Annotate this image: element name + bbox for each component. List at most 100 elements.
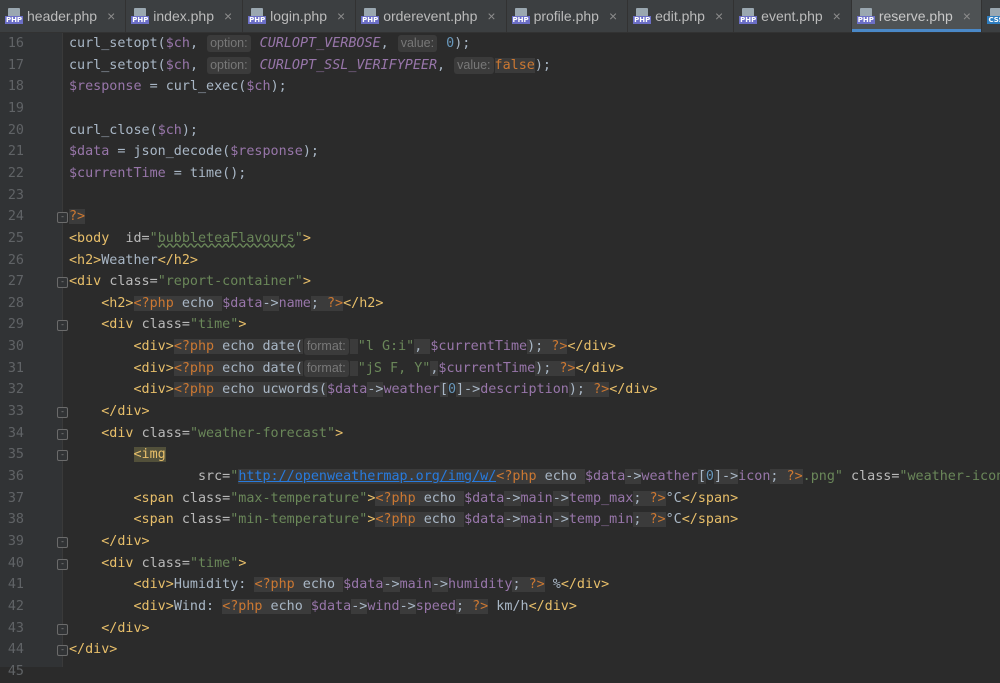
code-line[interactable]: 16 curl_setopt($ch, option: CURLOPT_VERBO… xyxy=(0,33,1000,55)
code-line[interactable]: 30 <div><?php echo date(format: "l G:i",… xyxy=(0,336,1000,358)
code-line[interactable]: 40 - <div class="time"> xyxy=(0,553,1000,575)
code-line[interactable]: 17 curl_setopt($ch, option: CURLOPT_SSL_V… xyxy=(0,55,1000,77)
code-line[interactable]: 26 <h2>Weather</h2> xyxy=(0,250,1000,272)
code-token: <img xyxy=(133,447,166,463)
tab-login-php[interactable]: PHP login.php × xyxy=(243,0,357,32)
close-tab-icon[interactable]: × xyxy=(833,8,841,24)
code-line[interactable]: 43 - </div> xyxy=(0,618,1000,640)
close-tab-icon[interactable]: × xyxy=(715,8,723,24)
code-line[interactable]: 22 $currentTime = time(); xyxy=(0,163,1000,185)
code-line[interactable]: 37 <span class="max-temperature"><?php e… xyxy=(0,488,1000,510)
code-line[interactable]: 29 - <div class="time"> xyxy=(0,314,1000,336)
code-line[interactable]: 24 - ?> xyxy=(0,206,1000,228)
code-text: curl_setopt($ch, option: CURLOPT_SSL_VER… xyxy=(69,55,551,77)
code-line[interactable]: 25 <body id="bubbleteaFlavours"> xyxy=(0,228,1000,250)
tab-index-php[interactable]: PHP index.php × xyxy=(126,0,244,32)
code-token: curl_setopt( xyxy=(69,57,166,73)
code-token: ; xyxy=(633,490,650,506)
tab-label: header.php xyxy=(27,8,98,24)
fold-toggle-icon[interactable]: - xyxy=(57,450,68,462)
close-tab-icon[interactable]: × xyxy=(224,8,232,24)
code-token: temp_max xyxy=(568,490,634,506)
code-token: <div xyxy=(101,317,142,333)
code-token: -> xyxy=(383,577,400,593)
code-line[interactable]: 34 - <div class="weather-forecast"> xyxy=(0,423,1000,445)
fold-toggle-icon[interactable]: - xyxy=(57,558,68,570)
parameter-hint: value: xyxy=(397,35,438,52)
parameter-hint: format: xyxy=(303,359,349,377)
code-token: , xyxy=(189,57,207,73)
code-line[interactable]: 39 - </div> xyxy=(0,531,1000,553)
tab-event-php[interactable]: PHP event.php × xyxy=(734,0,852,32)
fold-toggle-icon[interactable]: - xyxy=(57,277,68,289)
code-token: <?php xyxy=(173,339,215,355)
code-token: <span xyxy=(133,490,182,506)
code-line[interactable]: 45 xyxy=(0,661,1000,683)
code-line[interactable]: 18 $response = curl_exec($ch); xyxy=(0,76,1000,98)
close-tab-icon[interactable]: × xyxy=(609,8,617,24)
fold-toggle-icon[interactable]: - xyxy=(57,320,68,332)
code-line[interactable]: 41 <div>Humidity: <?php echo $data->main… xyxy=(0,574,1000,596)
code-line[interactable]: 38 <span class="min-temperature"><?php e… xyxy=(0,509,1000,531)
code-token: $ch xyxy=(165,36,190,51)
code-text: <span class="max-temperature"><?php echo… xyxy=(69,488,738,510)
fold-toggle-icon[interactable]: - xyxy=(57,645,68,657)
code-token: date( xyxy=(262,339,303,355)
code-token: <div> xyxy=(133,360,174,376)
code-line[interactable]: 44 - </div> xyxy=(0,639,1000,661)
close-tab-icon[interactable]: × xyxy=(487,8,495,24)
fold-toggle-icon[interactable]: - xyxy=(57,428,68,440)
code-line[interactable]: 32 <div><?php echo ucwords($data->weathe… xyxy=(0,379,1000,401)
tab-orderevent-php[interactable]: PHP orderevent.php × xyxy=(356,0,507,32)
code-token: <div> xyxy=(133,382,174,398)
code-line[interactable]: 31 <div><?php echo date(format: "jS F, Y… xyxy=(0,358,1000,380)
close-tab-icon[interactable]: × xyxy=(337,8,345,24)
code-token: <?php xyxy=(173,382,215,398)
code-token: ?> xyxy=(786,469,803,484)
fold-toggle-icon[interactable]: - xyxy=(57,407,68,419)
code-text: <h2>Weather</h2> xyxy=(69,250,198,272)
line-number: 36 xyxy=(7,469,24,484)
tab-profile-php[interactable]: PHP profile.php × xyxy=(507,0,629,32)
code-token: weather xyxy=(641,469,698,484)
code-line[interactable]: 33 - </div> xyxy=(0,401,1000,423)
code-text: curl_close($ch); xyxy=(69,120,198,142)
code-token: </div> xyxy=(101,620,150,636)
fold-toggle-icon[interactable]: - xyxy=(57,536,68,548)
close-tab-icon[interactable]: × xyxy=(963,8,971,24)
line-number: 43 xyxy=(7,620,24,636)
tab-8tea5-css[interactable]: CSS8tea5.css xyxy=(982,0,1000,32)
fold-toggle-icon[interactable]: - xyxy=(57,212,68,224)
code-line[interactable]: 28 <h2><?php echo $data->name; ?></h2> xyxy=(0,293,1000,315)
code-line[interactable]: 27 - <div class="report-container"> xyxy=(0,271,1000,293)
code-text: ?> xyxy=(69,206,86,228)
tab-header-php[interactable]: PHP header.php × xyxy=(0,0,127,32)
code-text: <div class="time"> xyxy=(69,314,246,336)
code-line[interactable]: 36 src="http://openweathermap.org/img/w/… xyxy=(0,466,1000,488)
code-token: $ch xyxy=(157,122,182,138)
line-number: 23 xyxy=(7,187,24,203)
code-editor[interactable]: 16 curl_setopt($ch, option: CURLOPT_VERBO… xyxy=(0,33,1000,679)
tab-edit-php[interactable]: PHP edit.php × xyxy=(628,0,735,32)
code-token: [ xyxy=(697,469,706,484)
code-token: Humidity: xyxy=(173,577,255,593)
code-line[interactable]: 21 $data = json_decode($response); xyxy=(0,141,1000,163)
code-text: </div> xyxy=(69,639,117,661)
code-line[interactable]: 20 curl_close($ch); xyxy=(0,120,1000,142)
code-line[interactable]: 42 <div>Wind: <?php echo $data->wind->sp… xyxy=(0,596,1000,618)
code-token: <div> xyxy=(133,598,174,614)
fold-toggle-icon[interactable]: - xyxy=(57,623,68,635)
code-line[interactable]: 35 - <img xyxy=(0,444,1000,466)
close-tab-icon[interactable]: × xyxy=(107,8,115,24)
code-token: </div> xyxy=(609,382,658,398)
tab-reserve-php[interactable]: PHP reserve.php × xyxy=(851,0,982,32)
code-token: ?> xyxy=(327,295,344,311)
code-token: km/h xyxy=(488,598,529,614)
code-line[interactable]: 19 xyxy=(0,98,1000,120)
code-line[interactable]: 23 xyxy=(0,185,1000,207)
